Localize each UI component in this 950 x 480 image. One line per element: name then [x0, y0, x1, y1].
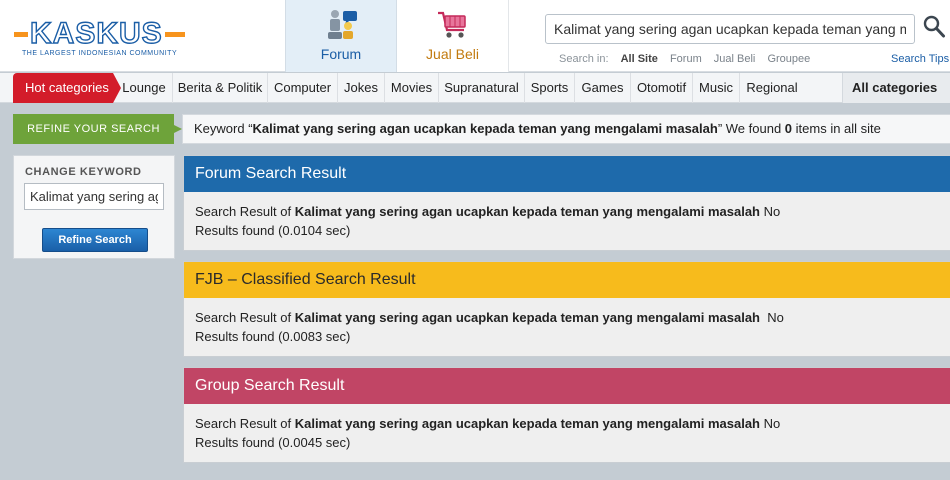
group-result-body: Search Result of Kalimat yang sering aga… [184, 404, 950, 452]
group-result-prefix: Search Result of [195, 416, 295, 431]
logo-dash-right [164, 31, 185, 37]
search-input[interactable] [546, 15, 914, 43]
forum-figures-icon [328, 10, 357, 39]
logo-text: KASKUS [29, 17, 163, 50]
category-sports[interactable]: Sports [525, 73, 575, 103]
group-result-count: Results found (0.0045 sec) [195, 435, 351, 450]
category-otomotif[interactable]: Otomotif [631, 73, 693, 103]
category-regional[interactable]: Regional [740, 73, 804, 103]
nav-tab-forum-label: Forum [320, 46, 362, 62]
forum-result-suffix: No [760, 204, 781, 219]
fjb-result-count: Results found (0.0083 sec) [195, 329, 351, 344]
fjb-result-suffix: No [760, 310, 784, 325]
change-keyword-input[interactable] [25, 184, 163, 209]
fjb-result-title: FJB – Classified Search Result [184, 262, 950, 298]
category-supranatural[interactable]: Supranatural [439, 73, 525, 103]
refine-your-search-tab: REFINE YOUR SEARCH [13, 114, 182, 144]
change-keyword-panel: CHANGE KEYWORD Refine Search [13, 155, 175, 259]
scope-option-jual-beli[interactable]: Jual Beli [714, 53, 756, 65]
category-games[interactable]: Games [575, 73, 631, 103]
nav-tab-jual-beli-label: Jual Beli [426, 46, 479, 62]
scope-option-all-site[interactable]: All Site [621, 53, 658, 65]
keyword-text: Kalimat yang sering agan ucapkan kepada … [252, 121, 718, 136]
logo-wordmark: KASKUS [12, 17, 194, 50]
fjb-result-prefix: Search Result of [195, 310, 295, 325]
logo-tagline: THE LARGEST INDONESIAN COMMUNITY [22, 50, 178, 57]
site-header: KASKUS THE LARGEST INDONESIAN COMMUNITY … [0, 0, 950, 72]
forum-result-query: Kalimat yang sering agan ucapkan kepada … [294, 204, 761, 219]
nav-tab-forum[interactable]: Forum [285, 0, 397, 72]
search-scope-label: Search in: [559, 53, 609, 65]
scope-option-groupee[interactable]: Groupee [767, 53, 810, 65]
search-tips-link[interactable]: Search Tips [891, 53, 949, 65]
search-scope: Search in: All Site Forum Jual Beli Grou… [559, 53, 819, 65]
group-search-result-panel: Group Search Result Search Result of Kal… [183, 367, 950, 463]
forum-result-prefix: Search Result of [195, 204, 295, 219]
forum-result-body: Search Result of Kalimat yang sering aga… [184, 192, 950, 240]
category-computer[interactable]: Computer [268, 73, 338, 103]
nav-tab-jual-beli[interactable]: Jual Beli [397, 0, 509, 72]
keyword-suffix: items in all site [792, 121, 881, 136]
fjb-result-body: Search Result of Kalimat yang sering aga… [184, 298, 950, 346]
all-categories-label: All categories [852, 80, 938, 95]
search-field[interactable] [545, 14, 915, 44]
magnifier-icon[interactable] [922, 14, 946, 40]
group-result-suffix: No [760, 416, 781, 431]
logo-dash-left [14, 31, 28, 37]
change-keyword-field[interactable] [24, 183, 164, 210]
forum-result-title: Forum Search Result [184, 156, 950, 192]
group-result-query: Kalimat yang sering agan ucapkan kepada … [294, 416, 761, 431]
refine-search-button[interactable]: Refine Search [42, 228, 148, 252]
hot-categories-button[interactable]: Hot categories [13, 73, 121, 103]
category-lounge[interactable]: Lounge [116, 73, 173, 103]
kaskus-logo[interactable]: KASKUS THE LARGEST INDONESIAN COMMUNITY [12, 17, 194, 62]
forum-search-result-panel: Forum Search Result Search Result of Kal… [183, 155, 950, 251]
keyword-mid: ” We found [717, 121, 785, 136]
group-result-title: Group Search Result [184, 368, 950, 404]
category-jokes[interactable]: Jokes [338, 73, 385, 103]
category-berita-politik[interactable]: Berita & Politik [173, 73, 268, 103]
keyword-count: 0 [784, 121, 793, 136]
keyword-prefix: Keyword “ [194, 121, 253, 136]
fjb-search-result-panel: FJB – Classified Search Result Search Re… [183, 261, 950, 357]
all-categories-dropdown[interactable]: All categories [842, 73, 950, 122]
shopping-cart-icon [438, 11, 466, 38]
scope-option-forum[interactable]: Forum [670, 53, 702, 65]
keyword-summary: Keyword “Kalimat yang sering agan ucapka… [182, 114, 950, 144]
category-music[interactable]: Music [693, 73, 740, 103]
category-bar: Hot categories Lounge Berita & Politik C… [0, 73, 950, 122]
change-keyword-title: CHANGE KEYWORD [25, 166, 142, 178]
category-movies[interactable]: Movies [385, 73, 439, 103]
fjb-result-query: Kalimat yang sering agan ucapkan kepada … [294, 310, 761, 325]
forum-result-count: Results found (0.0104 sec) [195, 223, 351, 238]
